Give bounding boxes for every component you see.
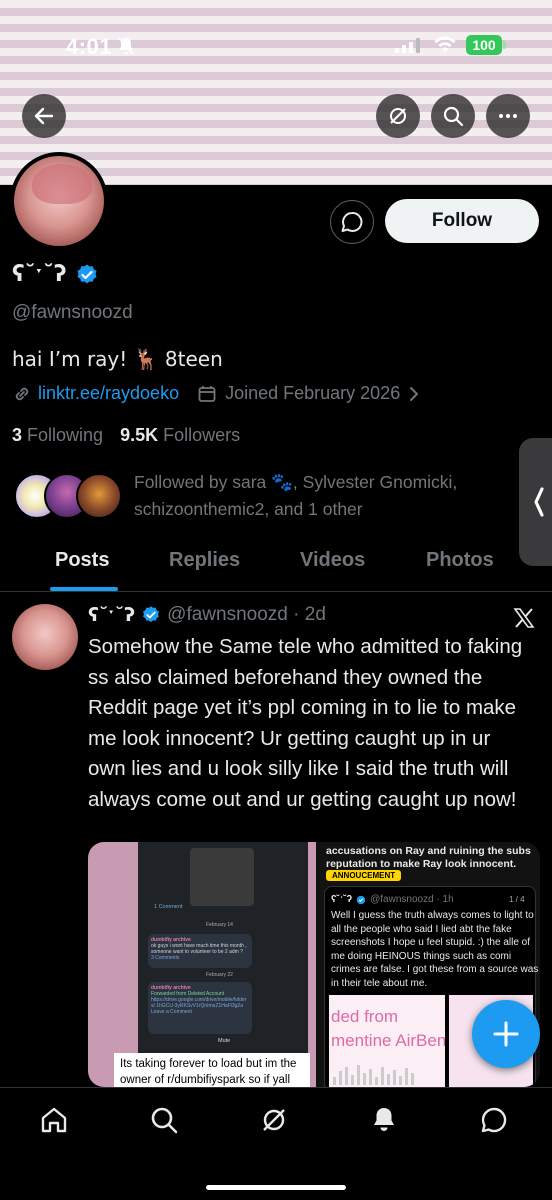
message-bubble-icon — [341, 211, 363, 232]
chat-message: dumbifiy archive ok guys i wont have muc… — [148, 934, 252, 968]
search-icon — [151, 1107, 178, 1134]
grok-button[interactable] — [376, 94, 420, 138]
search-icon — [443, 106, 464, 127]
verified-badge-icon — [356, 895, 366, 904]
profile-bio: hai I’m ray! 🦌 8teen — [12, 347, 223, 371]
announcement-badge: ANNOUCEMENT — [326, 870, 402, 881]
tweet-avatar[interactable] — [12, 604, 78, 670]
tab-replies[interactable]: Replies — [169, 549, 240, 572]
followers-label: Followers — [158, 425, 241, 445]
chat-screenshot: 1 Comment February 14 dumbifiy archive o… — [138, 842, 308, 1087]
chevron-left-icon — [534, 487, 544, 517]
tweet-media[interactable]: 1 Comment February 14 dumbifiy archive o… — [88, 842, 540, 1087]
quoted-author-name: ʕ˘ˑ˘ʔ — [331, 894, 353, 905]
tab-photos[interactable]: Photos — [426, 549, 494, 572]
media-caption: Its taking forever to load but im the ow… — [114, 1053, 310, 1087]
quoted-image-text: mentine AirBen — [331, 1031, 445, 1050]
followers-link[interactable]: 9.5K Followers — [120, 425, 240, 445]
followed-by-text[interactable]: Followed by sara 🐾, Sylvester Gnomicki, … — [134, 469, 514, 523]
profile-handle: @fawnsnoozd — [12, 302, 133, 323]
nav-notifications[interactable] — [368, 1104, 400, 1136]
image-counter: 1 / 4 — [509, 895, 525, 904]
profile-meta: linktr.ee/raydoeko Joined February 2026 — [12, 383, 420, 404]
quoted-post-header: ʕ˘ˑ˘ʔ @fawnsnoozd · 1h — [331, 894, 454, 905]
media-header-text: accusations on Ray and ruining the subs … — [326, 845, 531, 870]
tweet-text[interactable]: Somehow the Same tele who admitted to fa… — [88, 632, 528, 815]
battery-nub — [503, 41, 506, 49]
bottom-navigation — [0, 1087, 552, 1200]
follower-avatar — [76, 473, 122, 519]
following-count: 3 — [12, 425, 23, 445]
grok-icon — [263, 1109, 285, 1131]
tweet-header: ʕ˘ˑ˘ʔ @fawnsnoozd · 2d — [88, 604, 326, 626]
message-button[interactable] — [330, 200, 374, 244]
wifi-icon — [433, 34, 457, 59]
quoted-post-text: Well I guess the truth always comes to l… — [331, 910, 539, 989]
tweet-handle-time[interactable]: @fawnsnoozd · 2d — [167, 604, 326, 626]
silent-mode-icon — [116, 36, 136, 61]
search-button[interactable] — [431, 94, 475, 138]
chat-line: Mute — [218, 1038, 231, 1044]
audio-waveform — [333, 1063, 414, 1085]
chat-line: 1 Comment — [154, 904, 183, 910]
plus-icon — [493, 1021, 519, 1047]
arrow-left-icon — [34, 107, 54, 125]
status-bar: 4:01 100 — [0, 0, 552, 90]
home-icon — [41, 1107, 67, 1133]
quoted-image-text: ded from — [331, 1007, 399, 1026]
more-icon — [499, 114, 517, 118]
active-tab-indicator — [50, 587, 118, 591]
following-link[interactable]: 3 Following — [12, 425, 103, 445]
chevron-right-icon[interactable] — [408, 385, 420, 403]
followers-count: 9.5K — [120, 425, 159, 445]
media-image-left[interactable]: 1 Comment February 14 dumbifiy archive o… — [88, 842, 316, 1087]
follow-counts: 3 Following 9.5K Followers — [12, 425, 240, 446]
profile-display-name: ʕ˘ˑ˘ʔ — [12, 262, 99, 287]
verified-badge-icon[interactable] — [75, 263, 99, 287]
nav-grok[interactable] — [258, 1104, 290, 1136]
quoted-image: ded from mentine AirBen — [329, 995, 445, 1087]
profile-link[interactable]: linktr.ee/raydoeko — [38, 383, 179, 404]
profile-avatar[interactable] — [10, 152, 108, 250]
x-logo-icon[interactable] — [512, 606, 536, 635]
followed-by-avatars[interactable] — [14, 473, 124, 523]
home-indicator[interactable] — [206, 1185, 346, 1190]
chat-line: 3 Comments — [151, 955, 180, 961]
quoted-handle-time: @fawnsnoozd · 1h — [370, 894, 454, 905]
tweet-author-name[interactable]: ʕ˘ˑ˘ʔ — [88, 604, 135, 626]
chat-line: ok guys i wont have much time this month… — [151, 943, 247, 955]
follow-button[interactable]: Follow — [385, 199, 539, 243]
battery-indicator: 100 — [466, 35, 502, 55]
compose-post-button[interactable] — [472, 1000, 540, 1068]
bell-icon — [374, 1108, 394, 1131]
photo-thumbnail — [190, 848, 254, 906]
chat-line: February 14 — [206, 922, 233, 928]
nav-search[interactable] — [148, 1104, 180, 1136]
tab-videos[interactable]: Videos — [300, 549, 365, 572]
verified-badge-icon — [143, 606, 160, 623]
more-button[interactable] — [486, 94, 530, 138]
back-button[interactable] — [22, 94, 66, 138]
chat-line: Leave a Comment — [151, 1009, 192, 1015]
chat-line: https://drive.google.com/drive/mobile/fo… — [151, 997, 247, 1009]
grok-icon — [390, 108, 406, 124]
nav-home[interactable] — [38, 1104, 70, 1136]
joined-date: Joined February 2026 — [225, 383, 401, 403]
link-icon — [15, 387, 29, 400]
display-name-text: ʕ˘ˑ˘ʔ — [12, 262, 67, 287]
message-bubble-icon — [481, 1107, 507, 1133]
chat-message: dumbifiy archive Forwarded from Deleted … — [148, 982, 252, 1034]
following-label: Following — [22, 425, 104, 445]
calendar-icon — [198, 385, 216, 402]
profile-tabs: Posts Replies Videos Photos — [0, 536, 552, 592]
nav-messages[interactable] — [478, 1104, 510, 1136]
cellular-signal-icon — [395, 37, 420, 53]
chat-line: February 22 — [206, 972, 233, 978]
status-time: 4:01 — [66, 34, 113, 59]
tab-posts[interactable]: Posts — [55, 549, 109, 572]
